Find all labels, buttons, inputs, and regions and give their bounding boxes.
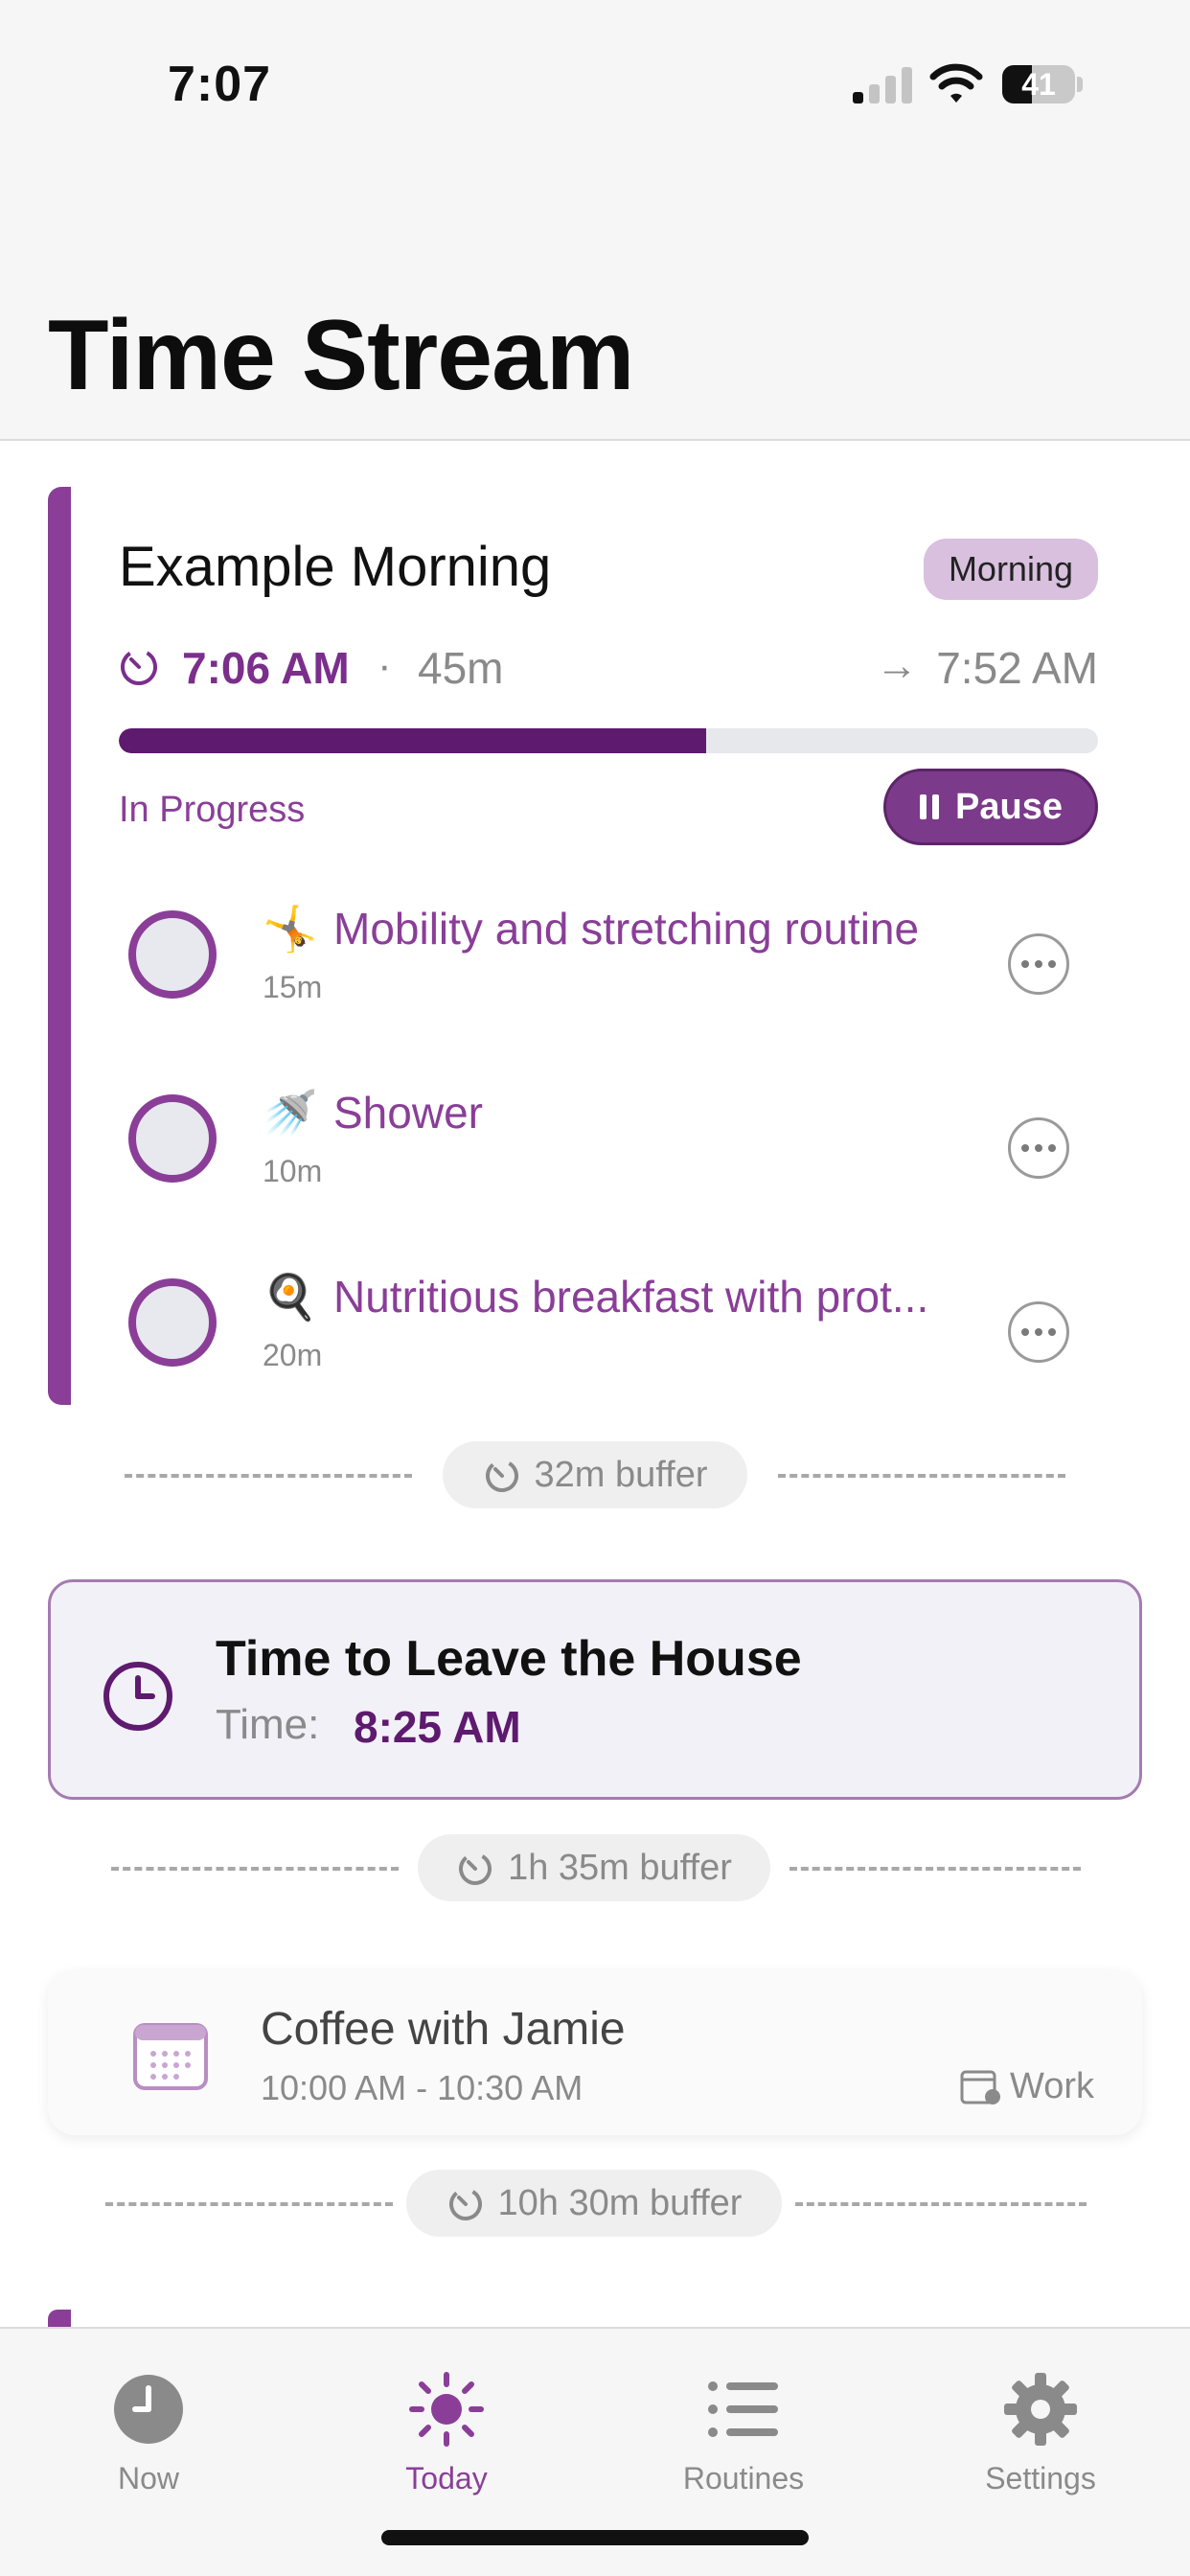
- routine-end-time: 7:52 AM: [936, 643, 1098, 693]
- routine-category-badge: Morning: [923, 539, 1098, 600]
- alarm-title: Time to Leave the House: [216, 1631, 802, 1687]
- routine-progress-fill: [119, 728, 707, 753]
- task-emoji: 🚿: [263, 1088, 318, 1138]
- event-title: Coffee with Jamie: [261, 2004, 626, 2055]
- dashed-line: [105, 2202, 393, 2206]
- timer-icon: [121, 648, 157, 685]
- task-emoji: 🤸: [263, 904, 318, 954]
- battery-tip: [1077, 77, 1083, 92]
- routine-card[interactable]: Example Morning Morning 7:06 AM · 45m → …: [48, 487, 1142, 1405]
- cellular-signal-icon: [853, 65, 912, 104]
- battery-percentage: 41: [1021, 67, 1056, 102]
- home-indicator: [381, 2530, 809, 2545]
- task-checkbox[interactable]: [128, 1278, 217, 1367]
- calendar-event-card[interactable]: Coffee with Jamie 10:00 AM - 10:30 AM Wo…: [48, 1970, 1142, 2135]
- tab-routines[interactable]: Routines: [638, 2348, 849, 2496]
- calendar-icon: [133, 2023, 208, 2090]
- buffer-pill: 1h 35m buffer: [418, 1834, 770, 1901]
- routine-title: Example Morning: [119, 536, 552, 598]
- more-options-button[interactable]: [1008, 1301, 1069, 1363]
- tab-label: Today: [405, 2461, 488, 2496]
- buffer-pill: 32m buffer: [443, 1441, 747, 1508]
- routine-status: In Progress: [119, 790, 306, 830]
- timer-icon: [459, 1852, 492, 1885]
- routine-duration: 45m: [418, 643, 504, 693]
- tab-label: Settings: [985, 2461, 1096, 2496]
- pause-button-label: Pause: [955, 786, 1063, 827]
- task-item[interactable]: 🚿 Shower 10m: [119, 1066, 1098, 1209]
- routine-accent-bar: [48, 487, 71, 1405]
- task-name: Nutritious breakfast with prot...: [333, 1272, 929, 1322]
- task-name: Shower: [333, 1088, 483, 1138]
- dashed-line: [125, 1474, 412, 1478]
- sun-icon: [409, 2372, 484, 2447]
- tab-today[interactable]: Today: [341, 2348, 552, 2496]
- task-emoji: 🍳: [263, 1272, 318, 1322]
- wifi-icon: [929, 63, 983, 103]
- dashed-line: [111, 1867, 399, 1871]
- tab-settings[interactable]: Settings: [935, 2348, 1146, 2496]
- task-checkbox[interactable]: [128, 910, 217, 999]
- routine-progress-bar: [119, 728, 1098, 753]
- buffer-divider: 32m buffer: [0, 1441, 1190, 1508]
- event-time-range: 10:00 AM - 10:30 AM: [261, 2068, 584, 2107]
- battery-icon: 41: [1002, 65, 1075, 104]
- arrow-right-icon: →: [876, 642, 918, 689]
- event-calendar-name: Work: [1010, 2066, 1094, 2106]
- more-options-button[interactable]: [1008, 933, 1069, 995]
- time-to-leave-card[interactable]: Time to Leave the House Time: 8:25 AM: [48, 1579, 1142, 1800]
- timer-icon: [485, 1460, 518, 1492]
- alarm-time-label: Time:: [216, 1701, 320, 1748]
- dashed-line: [778, 1474, 1065, 1478]
- task-name: Mobility and stretching routine: [333, 904, 920, 954]
- alarm-time: 8:25 AM: [354, 1702, 521, 1752]
- page-title: Time Stream: [48, 300, 634, 411]
- pause-icon: [919, 794, 940, 819]
- buffer-pill: 10h 30m buffer: [406, 2170, 782, 2237]
- clock-icon: [103, 1662, 172, 1731]
- task-duration: 20m: [263, 1338, 323, 1372]
- timer-icon: [448, 2188, 482, 2220]
- buffer-divider: 1h 35m buffer: [0, 1834, 1190, 1901]
- dashed-line: [795, 2202, 1087, 2206]
- more-options-button[interactable]: [1008, 1117, 1069, 1179]
- buffer-label: 32m buffer: [534, 1454, 708, 1495]
- buffer-divider: 10h 30m buffer: [0, 2170, 1190, 2237]
- task-duration: 15m: [263, 970, 323, 1004]
- task-checkbox[interactable]: [128, 1094, 217, 1183]
- routine-start-time: 7:06 AM: [182, 643, 350, 693]
- task-item[interactable]: 🤸 Mobility and stretching routine 15m: [119, 882, 1098, 1025]
- buffer-label: 1h 35m buffer: [508, 1847, 732, 1888]
- pause-button[interactable]: Pause: [883, 769, 1098, 845]
- clock-icon: [114, 2375, 183, 2444]
- list-icon: [708, 2381, 778, 2437]
- task-duration: 10m: [263, 1154, 323, 1188]
- buffer-label: 10h 30m buffer: [497, 2182, 743, 2223]
- task-item[interactable]: 🍳 Nutritious breakfast with prot... 20m: [119, 1250, 1098, 1393]
- gear-icon: [1004, 2373, 1077, 2446]
- status-bar-time: 7:07: [168, 57, 272, 112]
- dashed-line: [790, 1867, 1081, 1871]
- separator-dot: ·: [378, 642, 392, 689]
- tab-label: Now: [117, 2461, 179, 2496]
- calendar-badge-icon: [960, 2070, 1000, 2104]
- tab-now[interactable]: Now: [43, 2348, 254, 2496]
- tab-label: Routines: [682, 2461, 805, 2496]
